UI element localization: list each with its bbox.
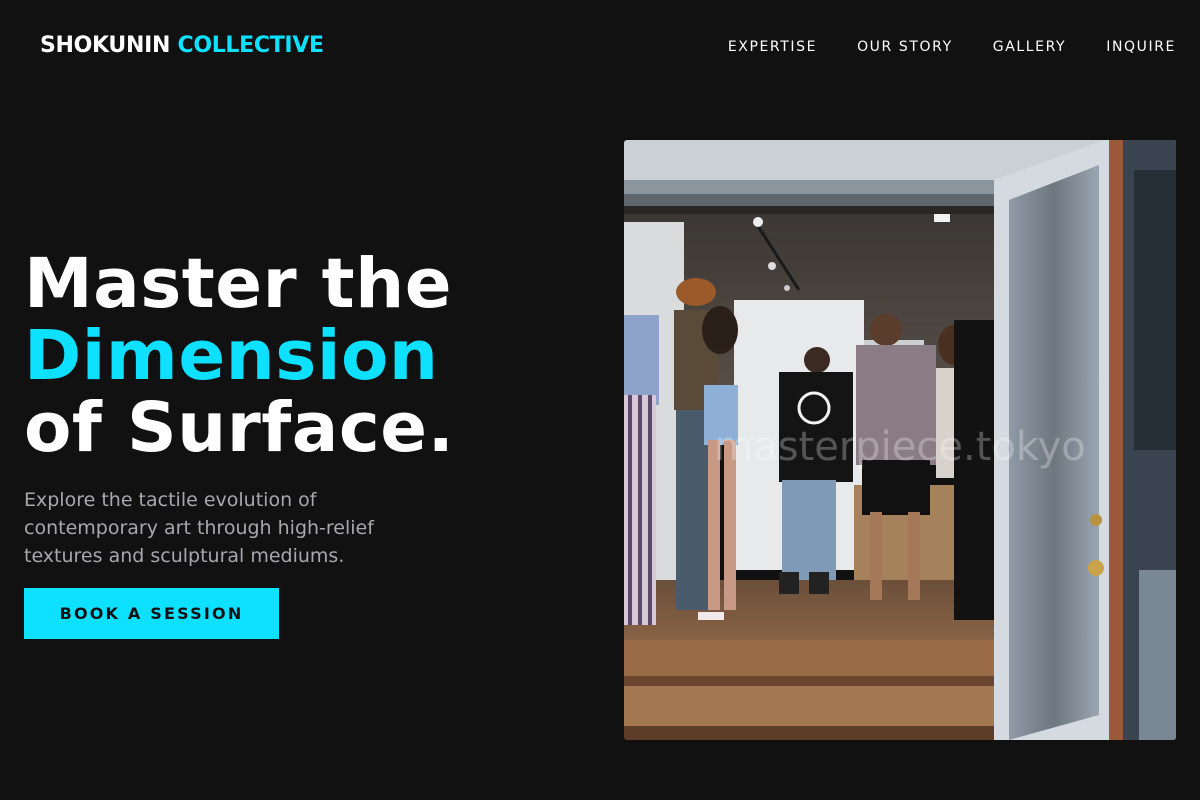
nav-link-expertise[interactable]: EXPERTISE	[728, 39, 817, 55]
book-session-button[interactable]: BOOK A SESSION	[24, 588, 279, 639]
main-nav: EXPERTISE OUR STORY GALLERY INQUIRE	[728, 39, 1176, 55]
hero-gallery-photo: masterpiece.tokyo	[624, 140, 1176, 740]
headline-line-1: Master the	[24, 244, 453, 324]
hero-subtext: Explore the tactile evolution of contemp…	[24, 489, 374, 567]
brand-name-primary: SHOKUNIN	[40, 33, 171, 58]
hero-section: Master the Dimension of Surface. Explore…	[24, 248, 584, 639]
nav-link-inquire[interactable]: INQUIRE	[1106, 39, 1176, 55]
nav-link-our-story[interactable]: OUR STORY	[857, 39, 953, 55]
brand-name-accent: COLLECTIVE	[177, 33, 324, 58]
nav-link-gallery[interactable]: GALLERY	[993, 39, 1066, 55]
photo-watermark: masterpiece.tokyo	[714, 424, 1086, 470]
headline-line-3: of Surface.	[24, 388, 455, 468]
brand-logo[interactable]: SHOKUNIN COLLECTIVE	[40, 33, 324, 58]
site-header: SHOKUNIN COLLECTIVE EXPERTISE OUR STORY …	[0, 0, 1200, 96]
headline-line-2: Dimension	[24, 316, 439, 396]
hero-headline: Master the Dimension of Surface.	[24, 248, 584, 464]
